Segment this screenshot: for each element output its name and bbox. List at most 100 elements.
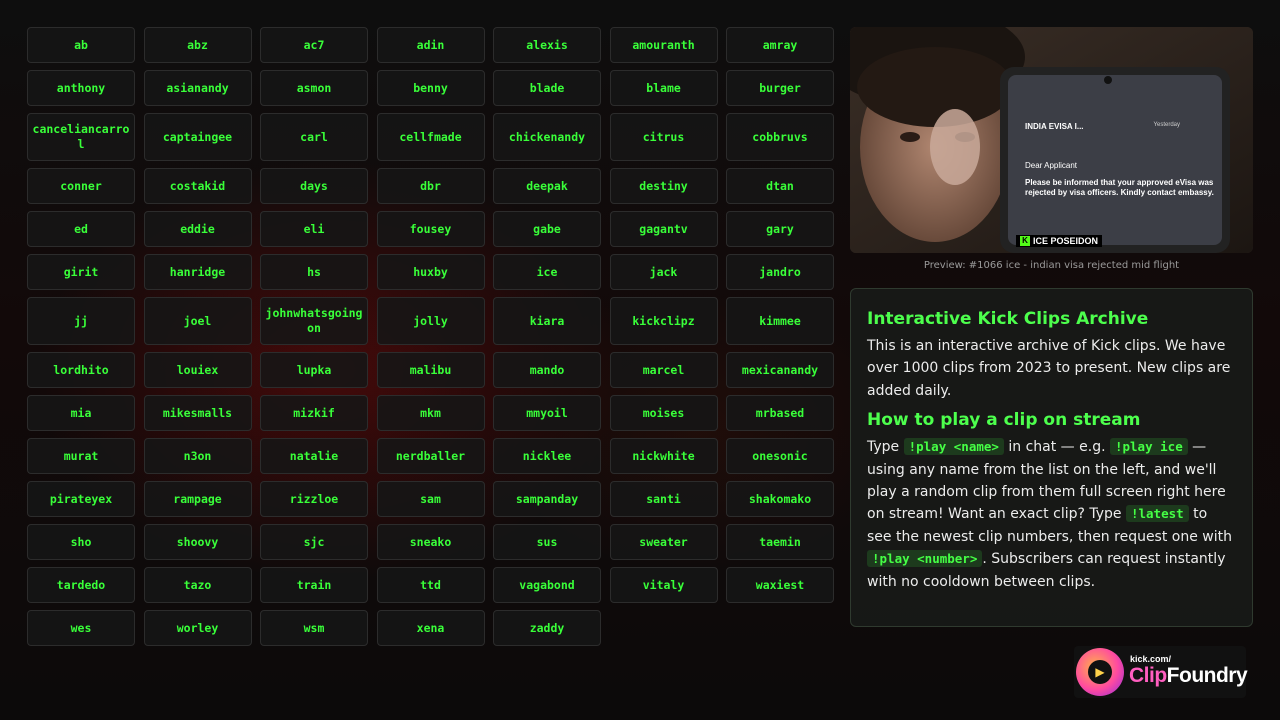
clip-button-louiex[interactable]: louiex [143, 352, 252, 388]
clip-button-canceliancarrol[interactable]: canceliancarrol [27, 113, 135, 161]
clip-button-blade[interactable]: blade [493, 70, 601, 106]
clip-button-kiara[interactable]: kiara [493, 297, 601, 345]
clip-button-jandro[interactable]: jandro [726, 254, 834, 290]
clip-button-n3on[interactable]: n3on [143, 438, 252, 474]
clip-button-gabe[interactable]: gabe [493, 211, 601, 247]
clip-button-kickclipz[interactable]: kickclipz [609, 297, 718, 345]
clip-button-captaingee[interactable]: captaingee [143, 113, 252, 161]
clip-button-cobbruvs[interactable]: cobbruvs [726, 113, 834, 161]
clip-button-rizzloe[interactable]: rizzloe [260, 481, 368, 517]
clip-button-dtan[interactable]: dtan [726, 168, 834, 204]
clip-button-mrbased[interactable]: mrbased [726, 395, 834, 431]
clip-button-sjc[interactable]: sjc [260, 524, 368, 560]
clip-button-waxiest[interactable]: waxiest [726, 567, 834, 603]
clip-button-tazo[interactable]: tazo [143, 567, 252, 603]
clip-button-girit[interactable]: girit [27, 254, 135, 290]
clip-button-ttd[interactable]: ttd [376, 567, 485, 603]
clip-button-conner[interactable]: conner [27, 168, 135, 204]
clip-button-abz[interactable]: abz [143, 27, 252, 63]
logo-foundry-text: Foundry [1166, 664, 1248, 687]
clip-button-fousey[interactable]: fousey [376, 211, 485, 247]
clip-button-mkm[interactable]: mkm [376, 395, 485, 431]
clip-button-wes[interactable]: wes [27, 610, 135, 646]
clip-button-mando[interactable]: mando [493, 352, 601, 388]
clip-button-taemin[interactable]: taemin [726, 524, 834, 560]
clip-button-nickwhite[interactable]: nickwhite [609, 438, 718, 474]
clip-button-mia[interactable]: mia [27, 395, 135, 431]
clip-button-zaddy[interactable]: zaddy [493, 610, 601, 646]
clip-button-vitaly[interactable]: vitaly [609, 567, 718, 603]
clip-button-asmon[interactable]: asmon [260, 70, 368, 106]
clip-button-moises[interactable]: moises [609, 395, 718, 431]
clip-button-costakid[interactable]: costakid [143, 168, 252, 204]
clip-button-citrus[interactable]: citrus [609, 113, 718, 161]
clip-button-deepak[interactable]: deepak [493, 168, 601, 204]
clip-button-xena[interactable]: xena [376, 610, 485, 646]
clip-button-train[interactable]: train [260, 567, 368, 603]
clip-button-johnwhatsgoingon[interactable]: johnwhatsgoingon [260, 297, 368, 345]
clip-button-sam[interactable]: sam [376, 481, 485, 517]
clip-button-chickenandy[interactable]: chickenandy [493, 113, 601, 161]
clip-button-mmyoil[interactable]: mmyoil [493, 395, 601, 431]
clip-button-adin[interactable]: adin [376, 27, 485, 63]
clip-button-vagabond[interactable]: vagabond [493, 567, 601, 603]
clip-button-carl[interactable]: carl [260, 113, 368, 161]
clip-button-benny[interactable]: benny [376, 70, 485, 106]
clip-preview[interactable]: INDIA EVISA I... Yesterday Dear Applican… [850, 27, 1253, 253]
clip-button-joel[interactable]: joel [143, 297, 252, 345]
clip-button-malibu[interactable]: malibu [376, 352, 485, 388]
clip-button-onesonic[interactable]: onesonic [726, 438, 834, 474]
clip-button-sho[interactable]: sho [27, 524, 135, 560]
clip-button-cellfmade[interactable]: cellfmade [376, 113, 485, 161]
clipfoundry-logo: ▶ kick.com/ ClipFoundry [1074, 646, 1248, 698]
clip-button-murat[interactable]: murat [27, 438, 135, 474]
clip-button-rampage[interactable]: rampage [143, 481, 252, 517]
clip-button-lordhito[interactable]: lordhito [27, 352, 135, 388]
clip-button-worley[interactable]: worley [143, 610, 252, 646]
clip-button-mizkif[interactable]: mizkif [260, 395, 368, 431]
clip-button-gary[interactable]: gary [726, 211, 834, 247]
clip-button-nerdballer[interactable]: nerdballer [376, 438, 485, 474]
clip-button-natalie[interactable]: natalie [260, 438, 368, 474]
clip-button-jolly[interactable]: jolly [376, 297, 485, 345]
clip-button-kimmee[interactable]: kimmee [726, 297, 834, 345]
clip-button-alexis[interactable]: alexis [493, 27, 601, 63]
clip-button-sweater[interactable]: sweater [609, 524, 718, 560]
clip-button-hs[interactable]: hs [260, 254, 368, 290]
clip-button-ac7[interactable]: ac7 [260, 27, 368, 63]
logo-clip-text: Clip [1129, 664, 1167, 687]
clip-button-amouranth[interactable]: amouranth [609, 27, 718, 63]
clip-button-dbr[interactable]: dbr [376, 168, 485, 204]
clip-button-sampanday[interactable]: sampanday [493, 481, 601, 517]
clip-button-sus[interactable]: sus [493, 524, 601, 560]
clip-button-destiny[interactable]: destiny [609, 168, 718, 204]
clip-button-mikesmalls[interactable]: mikesmalls [143, 395, 252, 431]
clip-button-marcel[interactable]: marcel [609, 352, 718, 388]
clip-button-lupka[interactable]: lupka [260, 352, 368, 388]
clip-button-days[interactable]: days [260, 168, 368, 204]
clip-button-eddie[interactable]: eddie [143, 211, 252, 247]
clip-button-gagantv[interactable]: gagantv [609, 211, 718, 247]
clip-button-santi[interactable]: santi [609, 481, 718, 517]
clip-button-wsm[interactable]: wsm [260, 610, 368, 646]
clip-button-hanridge[interactable]: hanridge [143, 254, 252, 290]
clip-button-blame[interactable]: blame [609, 70, 718, 106]
clip-button-shoovy[interactable]: shoovy [143, 524, 252, 560]
clip-button-mexicanandy[interactable]: mexicanandy [726, 352, 834, 388]
clip-button-nicklee[interactable]: nicklee [493, 438, 601, 474]
clip-button-shakomako[interactable]: shakomako [726, 481, 834, 517]
clip-button-amray[interactable]: amray [726, 27, 834, 63]
clip-button-sneako[interactable]: sneako [376, 524, 485, 560]
clip-button-ed[interactable]: ed [27, 211, 135, 247]
clip-button-eli[interactable]: eli [260, 211, 368, 247]
clip-button-jack[interactable]: jack [609, 254, 718, 290]
clip-button-jj[interactable]: jj [27, 297, 135, 345]
clip-button-ice[interactable]: ice [493, 254, 601, 290]
clip-button-anthony[interactable]: anthony [27, 70, 135, 106]
clip-button-asianandy[interactable]: asianandy [143, 70, 252, 106]
clip-button-ab[interactable]: ab [27, 27, 135, 63]
clip-button-burger[interactable]: burger [726, 70, 834, 106]
clip-button-tardedo[interactable]: tardedo [27, 567, 135, 603]
clip-button-pirateyex[interactable]: pirateyex [27, 481, 135, 517]
clip-button-huxby[interactable]: huxby [376, 254, 485, 290]
